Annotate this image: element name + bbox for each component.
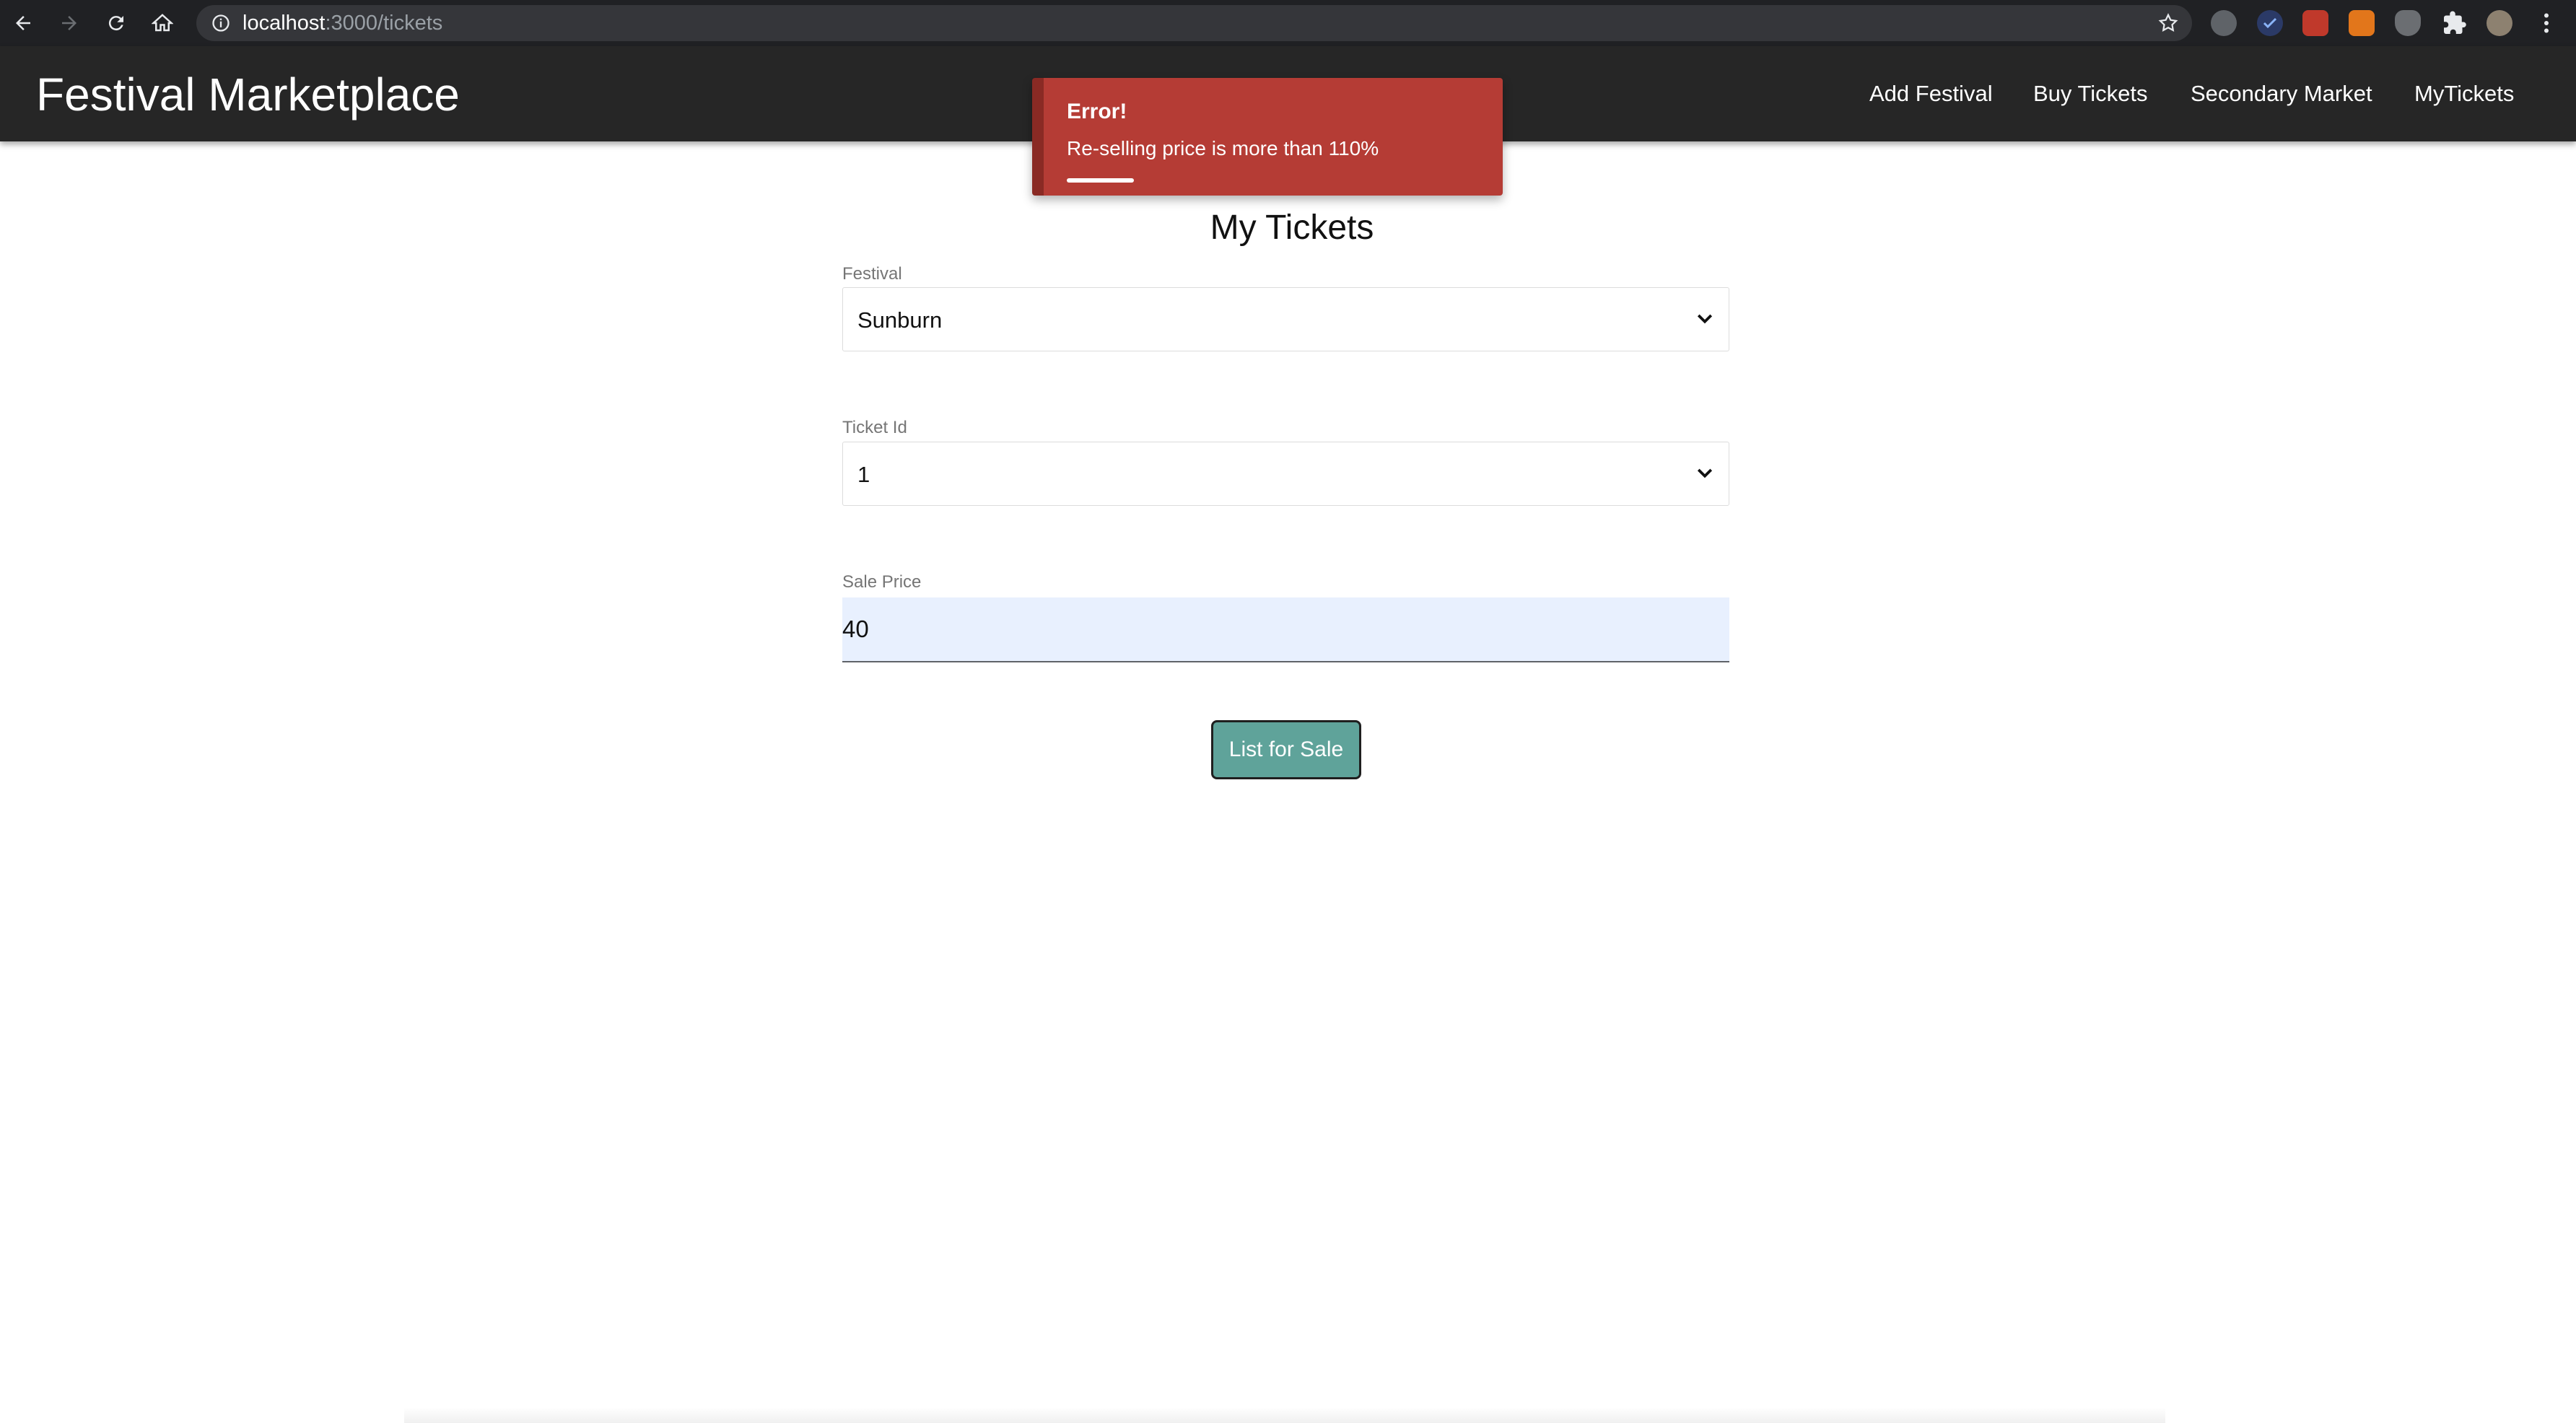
list-for-sale-button[interactable]: List for Sale (1211, 720, 1361, 779)
sale-price-label: Sale Price (842, 572, 922, 592)
url-host: localhost (243, 12, 326, 35)
chevron-down-icon (1697, 314, 1713, 324)
festival-select[interactable]: Sunburn (842, 287, 1729, 351)
shield-icon[interactable] (2395, 10, 2421, 36)
metamask-fox-icon[interactable] (2349, 10, 2375, 36)
extensions-icon[interactable] (2442, 10, 2468, 36)
browser-toolbar: localhost:3000/tickets (0, 0, 2576, 46)
address-bar[interactable]: localhost:3000/tickets (196, 5, 2192, 41)
nav-link-secondary-market[interactable]: Secondary Market (2191, 81, 2372, 107)
brand-title[interactable]: Festival Marketplace (36, 68, 460, 121)
toast-message: Re-selling price is more than 110% (1067, 137, 1379, 159)
toast-progress (1067, 178, 1485, 183)
page-title: My Tickets (1210, 209, 1374, 247)
error-toast[interactable]: Error! Re-selling price is more than 110… (1032, 78, 1503, 196)
festival-select-value: Sunburn (857, 307, 943, 333)
avatar[interactable] (2487, 10, 2512, 36)
menu-icon[interactable] (2533, 10, 2559, 36)
back-arrow-icon[interactable] (9, 9, 38, 38)
info-icon[interactable] (211, 13, 231, 37)
extension-circle-icon[interactable] (2211, 10, 2237, 36)
page-bottom-shadow (404, 1407, 2165, 1423)
reload-icon[interactable] (102, 9, 131, 38)
forward-arrow-icon[interactable] (55, 9, 84, 38)
extension-check-icon[interactable] (2257, 10, 2283, 36)
url-path: :3000/tickets (325, 12, 443, 35)
chevron-down-icon (1697, 468, 1713, 478)
star-icon[interactable] (2157, 12, 2179, 38)
ticket-id-select-value: 1 (857, 462, 870, 487)
nav-link-add-festival[interactable]: Add Festival (1869, 81, 1993, 107)
sale-price-input[interactable] (842, 597, 1729, 662)
home-icon[interactable] (148, 9, 177, 38)
extension-red-icon[interactable] (2302, 10, 2328, 36)
url-text[interactable]: localhost:3000/tickets (243, 5, 442, 41)
festival-label: Festival (842, 264, 902, 284)
nav-link-mytickets[interactable]: MyTickets (2414, 81, 2514, 107)
toast-title: Error! (1067, 100, 1127, 123)
ticket-id-select[interactable]: 1 (842, 442, 1729, 506)
toast-progress-fill (1067, 178, 1134, 183)
ticket-id-label: Ticket Id (842, 418, 907, 437)
nav-link-buy-tickets[interactable]: Buy Tickets (2033, 81, 2148, 107)
